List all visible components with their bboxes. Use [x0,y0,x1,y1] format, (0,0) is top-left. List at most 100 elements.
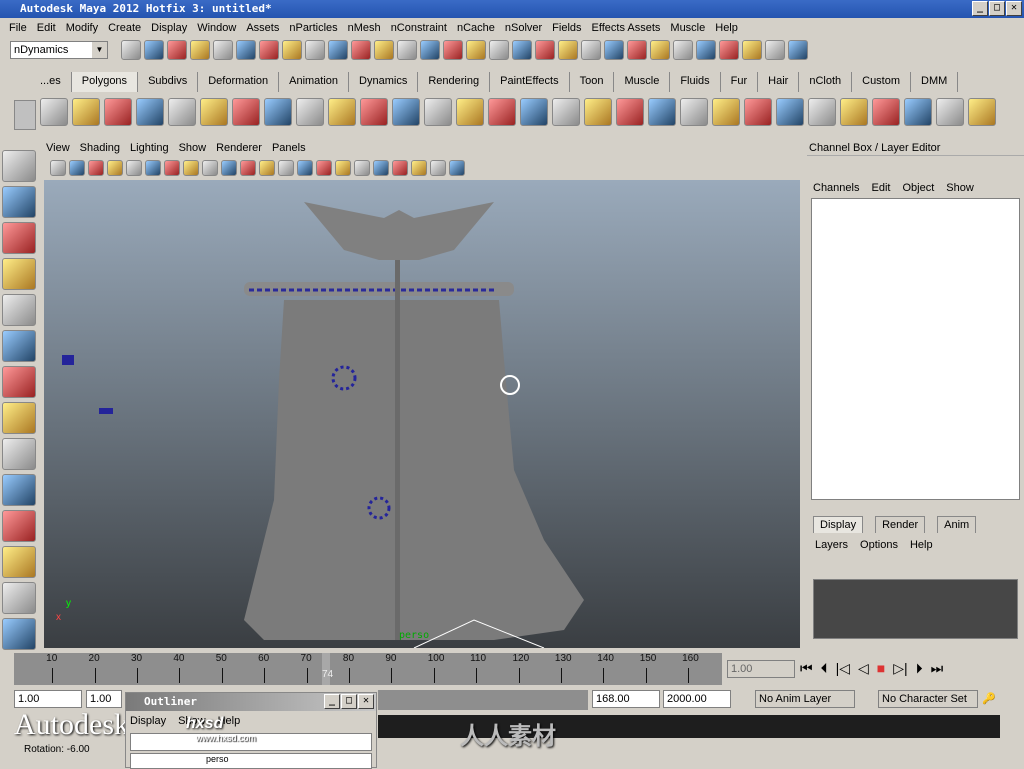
shelf-tool-icon[interactable] [776,98,804,126]
shelf-tab-hair[interactable]: Hair [758,72,800,92]
status-tool-icon[interactable] [719,40,739,60]
menu-fields[interactable]: Fields [547,22,586,34]
shelf-tool-icon[interactable] [904,98,932,126]
shelf-tool-icon[interactable] [72,98,100,126]
viewport-tool-icon[interactable] [69,160,85,176]
viewport-tool-icon[interactable] [50,160,66,176]
toolbox-tool-icon[interactable] [2,186,36,218]
shelf-tool-icon[interactable] [456,98,484,126]
layer-menu-help[interactable]: Help [910,539,933,551]
menu-assets[interactable]: Assets [241,22,284,34]
step-back-key-button[interactable]: |◁ [836,660,850,677]
shelf-tool-icon[interactable] [744,98,772,126]
shelf-tool-icon[interactable] [488,98,516,126]
shelf-tab-custom[interactable]: Custom [852,72,912,92]
status-tool-icon[interactable] [535,40,555,60]
shelf-tool-icon[interactable] [712,98,740,126]
maximize-button[interactable]: □ [989,1,1005,16]
playback-end-field[interactable]: 168.00 [592,690,660,708]
toolbox-tool-icon[interactable] [2,474,36,506]
menu-file[interactable]: File [4,22,32,34]
toolbox-tool-icon[interactable] [2,330,36,362]
viewport-menu-renderer[interactable]: Renderer [216,142,262,157]
status-tool-icon[interactable] [190,40,210,60]
character-set-dropdown[interactable]: No Character Set [878,690,978,708]
3d-viewport[interactable]: y x perso [44,180,800,648]
shelf-tool-icon[interactable] [360,98,388,126]
shelf-tool-icon[interactable] [168,98,196,126]
shelf-tab-dynamics[interactable]: Dynamics [349,72,419,92]
close-button[interactable]: ✕ [1006,1,1022,16]
toolbox-tool-icon[interactable] [2,618,36,650]
status-tool-icon[interactable] [466,40,486,60]
shelf-tool-icon[interactable] [232,98,260,126]
status-tool-icon[interactable] [167,40,187,60]
menu-nmesh[interactable]: nMesh [343,22,386,34]
status-tool-icon[interactable] [788,40,808,60]
viewport-tool-icon[interactable] [335,160,351,176]
menu-help[interactable]: Help [710,22,743,34]
shelf-tab-deformation[interactable]: Deformation [198,72,280,92]
shelf-tool-icon[interactable] [808,98,836,126]
menu-create[interactable]: Create [103,22,146,34]
shelf-tab-animation[interactable]: Animation [279,72,350,92]
viewport-tool-icon[interactable] [297,160,313,176]
shelf-tool-icon[interactable] [136,98,164,126]
status-tool-icon[interactable] [443,40,463,60]
step-forward-key-button[interactable]: ▷| [893,660,907,677]
shelf-tab-es[interactable]: ...es [30,72,72,92]
shelf-tool-icon[interactable] [936,98,964,126]
tab-anim[interactable]: Anim [937,516,977,533]
shelf-tool-icon[interactable] [40,98,68,126]
viewport-tool-icon[interactable] [411,160,427,176]
shelf-tool-icon[interactable] [520,98,548,126]
status-tool-icon[interactable] [765,40,785,60]
viewport-tool-icon[interactable] [392,160,408,176]
toolbox-tool-icon[interactable] [2,546,36,578]
viewport-tool-icon[interactable] [449,160,465,176]
menu-edit[interactable]: Edit [32,22,61,34]
layer-menu-options[interactable]: Options [860,539,898,551]
shelf-tab-toon[interactable]: Toon [570,72,615,92]
status-tool-icon[interactable] [305,40,325,60]
viewport-tool-icon[interactable] [126,160,142,176]
viewport-menu-show[interactable]: Show [179,142,207,157]
channel-menu-show[interactable]: Show [946,182,974,194]
shelf-tool-icon[interactable] [552,98,580,126]
status-tool-icon[interactable] [213,40,233,60]
viewport-tool-icon[interactable] [430,160,446,176]
shelf-tool-icon[interactable] [840,98,868,126]
shelf-tab-muscle[interactable]: Muscle [614,72,671,92]
viewport-menu-shading[interactable]: Shading [80,142,120,157]
viewport-tool-icon[interactable] [164,160,180,176]
shelf-tab-dmm[interactable]: DMM [911,72,959,92]
viewport-tool-icon[interactable] [259,160,275,176]
play-backward-button[interactable]: ◁ [858,660,869,677]
menu-effects-assets[interactable]: Effects Assets [587,22,666,34]
go-to-end-button[interactable]: ⏭ [931,660,944,677]
tab-display[interactable]: Display [813,516,864,533]
viewport-tool-icon[interactable] [88,160,104,176]
status-tool-icon[interactable] [489,40,509,60]
shelf-tool-icon[interactable] [680,98,708,126]
menu-display[interactable]: Display [146,22,192,34]
status-tool-icon[interactable] [742,40,762,60]
status-tool-icon[interactable] [650,40,670,60]
minimize-button[interactable]: _ [972,1,988,16]
viewport-tool-icon[interactable] [240,160,256,176]
menu-set-dropdown[interactable]: nDynamics ▼ [10,41,108,59]
channel-list[interactable] [811,198,1020,500]
maximize-button[interactable]: □ [341,694,357,709]
shelf-tool-icon[interactable] [328,98,356,126]
shelf-tab-fluids[interactable]: Fluids [670,72,721,92]
toolbox-tool-icon[interactable] [2,402,36,434]
shelf-tool-icon[interactable] [296,98,324,126]
end-time-field[interactable]: 2000.00 [663,690,731,708]
status-tool-icon[interactable] [282,40,302,60]
status-tool-icon[interactable] [351,40,371,60]
toolbox-tool-icon[interactable] [2,258,36,290]
shelf-tab-polygons[interactable]: Polygons [71,72,139,92]
shelf-tool-icon[interactable] [872,98,900,126]
layer-list[interactable] [813,579,1018,639]
viewport-menu-lighting[interactable]: Lighting [130,142,169,157]
